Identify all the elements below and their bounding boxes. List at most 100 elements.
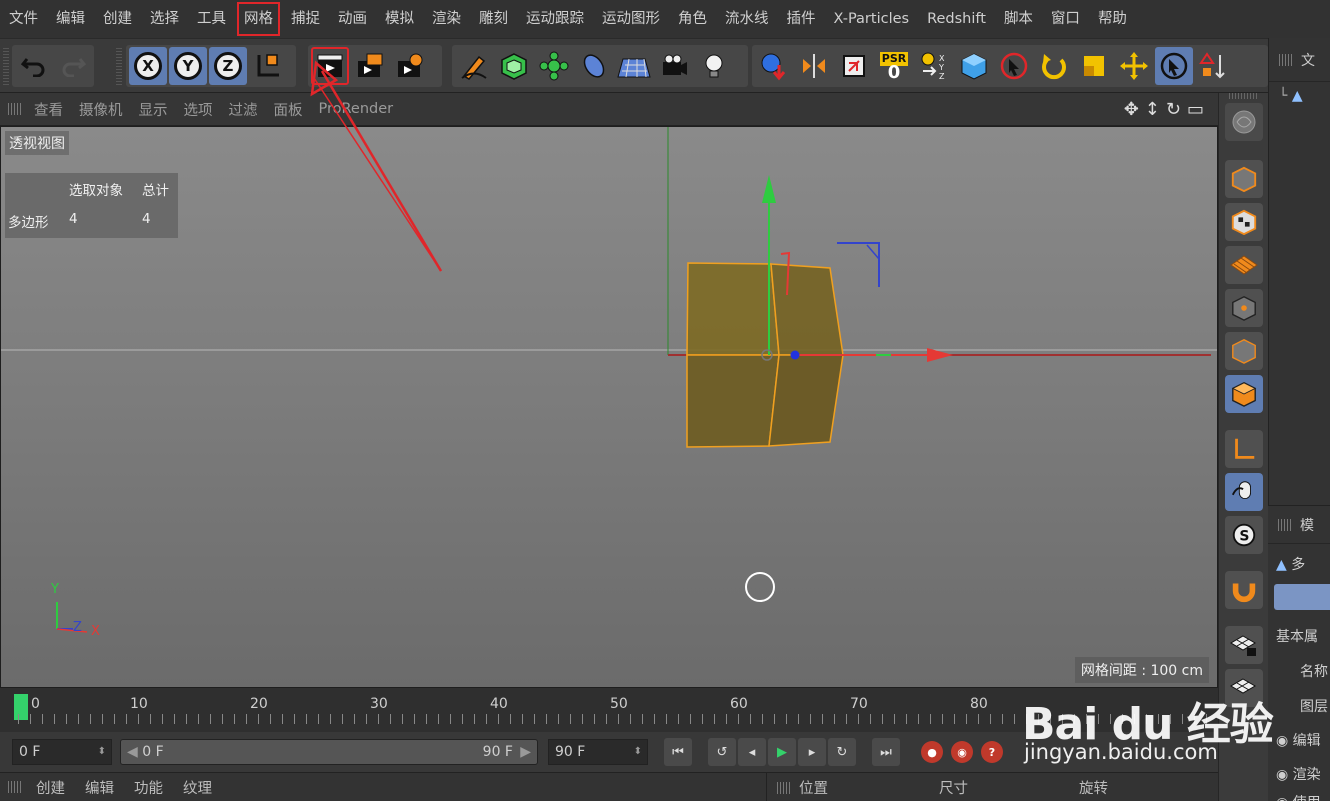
- workplane-mode-icon[interactable]: [1225, 246, 1263, 284]
- viewport-zoom-icon[interactable]: ↕: [1145, 99, 1160, 120]
- camera-icon[interactable]: [655, 47, 693, 85]
- axis-icon[interactable]: [1195, 47, 1233, 85]
- y-axis-lock-icon[interactable]: Y: [169, 47, 207, 85]
- menu-script[interactable]: 脚本: [995, 0, 1042, 38]
- cloner-icon[interactable]: [535, 47, 573, 85]
- menu-mesh[interactable]: 网格: [235, 0, 282, 38]
- rotate-icon[interactable]: [1035, 47, 1073, 85]
- viewport-label[interactable]: 透视视图: [5, 131, 69, 155]
- undo-icon[interactable]: [15, 47, 52, 85]
- menu-pipeline[interactable]: 流水线: [716, 0, 778, 38]
- solo-mode-icon[interactable]: S: [1225, 516, 1263, 554]
- cube-object-icon[interactable]: [495, 47, 533, 85]
- go-to-end-icon[interactable]: ⏭: [872, 738, 900, 766]
- toolbar-grip[interactable]: [3, 47, 9, 85]
- viewport-menu-filter[interactable]: 过滤: [221, 99, 266, 120]
- prev-frame-icon[interactable]: ◂: [738, 738, 766, 766]
- point-mode-icon[interactable]: [1225, 289, 1263, 327]
- edge-mode-icon[interactable]: [1225, 332, 1263, 370]
- menu-file[interactable]: 文件: [0, 0, 47, 38]
- menu-animate[interactable]: 动画: [329, 0, 376, 38]
- menu-sculpt[interactable]: 雕刻: [470, 0, 517, 38]
- tweak-mode-icon[interactable]: [1225, 473, 1263, 511]
- xyz-icon[interactable]: XYZ: [915, 47, 953, 85]
- strip-grip[interactable]: [1229, 93, 1259, 99]
- make-editable-icon[interactable]: [1225, 103, 1263, 141]
- workplane-icon[interactable]: [955, 47, 993, 85]
- material-icon[interactable]: [755, 47, 793, 85]
- render-settings-icon[interactable]: [391, 47, 429, 85]
- light-icon[interactable]: [695, 47, 733, 85]
- viewport-move-icon[interactable]: ✥: [1124, 99, 1139, 120]
- radio-icon[interactable]: ◉: [1276, 767, 1288, 783]
- key-selection-icon[interactable]: ?: [981, 741, 1003, 763]
- live-selection-icon[interactable]: [995, 47, 1033, 85]
- menu-tools[interactable]: 工具: [188, 0, 235, 38]
- menu-x-particles[interactable]: X-Particles: [825, 0, 919, 38]
- render-view-icon[interactable]: [311, 47, 349, 85]
- material-menu-create[interactable]: 创建: [26, 777, 75, 798]
- play-icon[interactable]: ▶: [768, 738, 796, 766]
- range-right-arrow-icon[interactable]: ▶: [520, 740, 531, 764]
- psr-icon[interactable]: PSR 0: [875, 47, 913, 85]
- pen-icon[interactable]: [455, 47, 493, 85]
- viewport-rotate-icon[interactable]: ↻: [1166, 99, 1181, 120]
- floor-icon[interactable]: [615, 47, 653, 85]
- viewport-menu-cameras[interactable]: 摄像机: [71, 99, 131, 120]
- frame-range-slider[interactable]: ◀ 0 F 90 F ▶: [120, 739, 538, 765]
- prev-key-icon[interactable]: ↺: [708, 738, 736, 766]
- attr-render-row[interactable]: ◉ 渲染: [1276, 764, 1321, 784]
- redo-icon[interactable]: [54, 47, 91, 85]
- symmetry-icon[interactable]: [795, 47, 833, 85]
- menu-plugins[interactable]: 插件: [778, 0, 825, 38]
- panel-grip[interactable]: [8, 781, 22, 793]
- object-manager-title[interactable]: 文: [1301, 50, 1315, 70]
- menu-redshift[interactable]: Redshift: [918, 0, 995, 38]
- texture-mode-icon[interactable]: [1225, 203, 1263, 241]
- move-icon[interactable]: [1115, 47, 1153, 85]
- range-left-arrow-icon[interactable]: ◀: [127, 744, 138, 760]
- attr-object-row[interactable]: ▲ 多: [1276, 554, 1305, 574]
- menu-create[interactable]: 创建: [94, 0, 141, 38]
- render-picture-viewer-icon[interactable]: [351, 47, 389, 85]
- menu-mograph[interactable]: 运动图形: [593, 0, 669, 38]
- viewport-menu-panel[interactable]: 面板: [266, 99, 311, 120]
- panel-grip[interactable]: [777, 781, 791, 794]
- record-key-icon[interactable]: ●: [921, 741, 943, 763]
- menu-render[interactable]: 渲染: [423, 0, 470, 38]
- radio-icon[interactable]: ◉: [1276, 795, 1288, 801]
- model-mode-icon[interactable]: [1225, 160, 1263, 198]
- menu-select[interactable]: 选择: [141, 0, 188, 38]
- menu-simulate[interactable]: 模拟: [376, 0, 423, 38]
- material-menu-texture[interactable]: 纹理: [173, 777, 222, 798]
- menu-help[interactable]: 帮助: [1089, 0, 1136, 38]
- attr-use-row[interactable]: ◉ 使用: [1276, 792, 1321, 801]
- viewport-menu-view[interactable]: 查看: [26, 99, 71, 120]
- menu-edit[interactable]: 编辑: [47, 0, 94, 38]
- stepper-icon[interactable]: ⬍: [634, 740, 642, 764]
- scale-icon[interactable]: [1075, 47, 1113, 85]
- panel-grip[interactable]: [8, 103, 22, 115]
- next-frame-icon[interactable]: ▸: [798, 738, 826, 766]
- stepper-icon[interactable]: ⬍: [98, 740, 106, 764]
- polygon-mode-icon[interactable]: [1225, 375, 1263, 413]
- next-key-icon[interactable]: ↻: [828, 738, 856, 766]
- go-to-start-icon[interactable]: ⏮: [664, 738, 692, 766]
- attr-tab-basic[interactable]: [1274, 584, 1330, 610]
- selection-icon[interactable]: [1155, 47, 1193, 85]
- material-menu-function[interactable]: 功能: [124, 777, 173, 798]
- viewport-maximize-icon[interactable]: ▭: [1187, 99, 1204, 120]
- material-menu-edit[interactable]: 编辑: [75, 777, 124, 798]
- axis-mode-icon[interactable]: [1225, 430, 1263, 468]
- deformer-icon[interactable]: [575, 47, 613, 85]
- viewport-menu-display[interactable]: 显示: [131, 99, 176, 120]
- menu-character[interactable]: 角色: [669, 0, 716, 38]
- panel-grip[interactable]: [1278, 518, 1292, 531]
- menu-snap[interactable]: 捕捉: [282, 0, 329, 38]
- panel-grip[interactable]: [1279, 53, 1293, 66]
- attr-editor-row[interactable]: ◉ 编辑: [1276, 730, 1321, 750]
- coordinate-system-icon[interactable]: [249, 47, 287, 85]
- end-frame-field[interactable]: 90 F ⬍: [548, 739, 648, 765]
- object-tree-item[interactable]: └ ▲: [1279, 88, 1303, 104]
- locked-workplane-icon[interactable]: [1225, 626, 1263, 664]
